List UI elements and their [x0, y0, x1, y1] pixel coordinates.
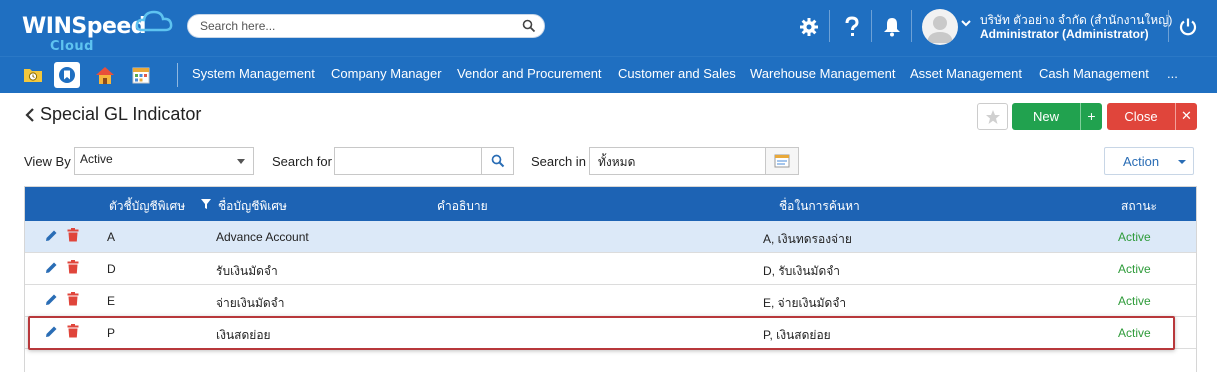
caret-down-icon [1178, 160, 1186, 164]
recent-button[interactable] [20, 62, 46, 88]
app-logo[interactable]: WINSpeed Cloud [22, 10, 173, 54]
search-in-picker-button[interactable] [765, 147, 799, 175]
table-row[interactable]: A Advance Account A, เงินทดรองจ่าย Activ… [25, 221, 1196, 253]
help-button[interactable] [837, 12, 867, 42]
edit-icon[interactable] [44, 229, 58, 243]
cloud-icon [135, 10, 173, 32]
cell-status: Active [1118, 230, 1151, 244]
home-button[interactable] [92, 62, 118, 88]
header-divider [911, 10, 912, 42]
edit-icon[interactable] [44, 261, 58, 275]
search-for-label: Search for [272, 154, 332, 169]
delete-icon[interactable] [67, 228, 79, 242]
folder-clock-icon [24, 69, 42, 82]
new-button-label: New [1032, 109, 1059, 124]
user-name: Administrator (Administrator) [980, 27, 1149, 41]
filter-icon[interactable] [201, 199, 211, 209]
list-picker-icon [774, 154, 790, 168]
menu-company-manager[interactable]: Company Manager [331, 66, 442, 81]
cell-code: E [107, 294, 116, 308]
settings-button[interactable] [794, 12, 824, 42]
menu-warehouse-management[interactable]: Warehouse Management [750, 66, 896, 81]
cell-code: A [107, 230, 116, 244]
cell-status: Active [1118, 294, 1151, 308]
logo-subtext: Cloud [50, 39, 94, 54]
bell-icon [884, 18, 900, 37]
edit-icon[interactable] [44, 293, 58, 307]
action-label: Action [1123, 154, 1160, 169]
cell-name: จ่ายเงินมัดจำ [216, 296, 285, 310]
menu-system-management[interactable]: System Management [192, 66, 315, 81]
column-header-name[interactable]: ชื่อบัญชีพิเศษ [218, 197, 287, 216]
user-icon [927, 16, 953, 43]
favorite-button[interactable] [977, 103, 1008, 130]
search-icon[interactable] [522, 19, 536, 33]
cell-name: รับเงินมัดจำ [216, 264, 278, 278]
row-highlight-annotation [28, 316, 1175, 350]
search-in-field[interactable]: ทั้งหมด [589, 147, 766, 175]
cell-search-name: D, รับเงินมัดจำ [763, 264, 841, 278]
header-divider [1168, 10, 1169, 42]
header-divider [829, 10, 830, 42]
menu-divider [177, 63, 178, 87]
delete-icon[interactable] [67, 260, 79, 274]
back-arrow-icon[interactable] [24, 105, 36, 125]
search-button[interactable] [481, 147, 514, 175]
cell-search-name: A, เงินทดรองจ่าย [763, 232, 852, 246]
search-icon [491, 154, 504, 168]
close-button-label: Close [1124, 109, 1158, 124]
menu-asset-management[interactable]: Asset Management [910, 66, 1022, 81]
table-row[interactable]: D รับเงินมัดจำ D, รับเงินมัดจำ Active [25, 253, 1196, 285]
action-dropdown[interactable]: Action [1104, 147, 1194, 175]
star-icon [985, 109, 1000, 124]
bookmark-icon [59, 67, 75, 83]
search-in-value: ทั้งหมด [598, 155, 636, 169]
avatar[interactable] [922, 9, 958, 45]
cell-search-name: E, จ่ายเงินมัดจำ [763, 296, 847, 310]
calendar-button[interactable] [128, 62, 154, 88]
header-divider [871, 10, 872, 42]
menu-customer-sales[interactable]: Customer and Sales [618, 66, 736, 81]
home-icon [96, 67, 114, 84]
main-menu: System Management Company Manager Vendor… [0, 56, 1217, 93]
cell-name: Advance Account [216, 230, 309, 244]
menu-cash-management[interactable]: Cash Management [1039, 66, 1149, 81]
grid-header: ตัวชี้บัญชีพิเศษ ชื่อบัญชีพิเศษ คำอธิบาย… [25, 187, 1196, 221]
logo-text: WINSpeed [22, 14, 147, 39]
new-button[interactable]: New + [1012, 103, 1102, 130]
table-row[interactable]: E จ่ายเงินมัดจำ E, จ่ายเงินมัดจำ Active [25, 285, 1196, 317]
notifications-button[interactable] [877, 12, 907, 42]
column-header-status[interactable]: สถานะ [1121, 197, 1157, 216]
chevron-down-icon[interactable] [961, 19, 971, 27]
help-icon [845, 16, 859, 36]
logout-button[interactable] [1173, 12, 1203, 42]
top-header: WINSpeed Cloud Search here... บริษัท ตัว… [0, 0, 1217, 56]
search-for-input[interactable] [334, 147, 482, 175]
global-search-input[interactable] [200, 17, 500, 35]
cell-code: D [107, 262, 116, 276]
global-search[interactable] [187, 14, 545, 38]
view-by-select[interactable]: Active [74, 147, 254, 175]
caret-down-icon [237, 159, 245, 164]
menu-vendor-procurement[interactable]: Vendor and Procurement [457, 66, 602, 81]
search-in-label: Search in [531, 154, 586, 169]
view-by-label: View By [24, 154, 71, 169]
close-button[interactable]: Close ✕ [1107, 103, 1197, 130]
cell-status: Active [1118, 262, 1151, 276]
new-plus-button[interactable]: + [1080, 103, 1102, 130]
gear-icon [800, 18, 818, 36]
bookmark-button[interactable] [54, 62, 80, 88]
power-icon [1179, 18, 1197, 36]
page-title: Special GL Indicator [40, 104, 202, 124]
close-icon[interactable]: ✕ [1175, 103, 1197, 130]
calendar-icon [132, 67, 150, 84]
delete-icon[interactable] [67, 292, 79, 306]
column-header-description[interactable]: คำอธิบาย [437, 197, 488, 216]
view-by-value: Active [80, 152, 113, 166]
menu-more[interactable]: ... [1167, 66, 1178, 81]
column-header-search-name[interactable]: ชื่อในการค้นหา [779, 197, 860, 216]
column-header-code[interactable]: ตัวชี้บัญชีพิเศษ [109, 197, 185, 216]
